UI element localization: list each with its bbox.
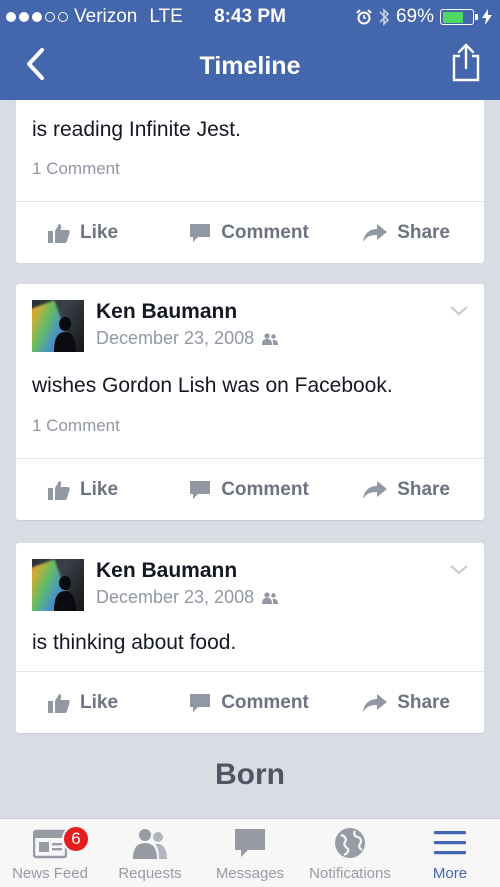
share-post-button[interactable]: Share	[316, 459, 484, 520]
tab-label: Notifications	[309, 865, 391, 882]
share-label: Share	[397, 478, 450, 500]
share-post-button[interactable]: Share	[316, 672, 484, 733]
section-heading: Born	[215, 758, 285, 791]
comment-button[interactable]: Comment	[182, 672, 316, 733]
chevron-down-icon[interactable]	[450, 565, 468, 575]
post-date[interactable]: December 23, 2008	[96, 587, 279, 608]
battery-fill	[442, 11, 463, 23]
avatar[interactable]	[32, 300, 84, 352]
like-button[interactable]: Like	[16, 672, 182, 733]
like-label: Like	[80, 691, 119, 713]
share-arrow-icon	[363, 223, 388, 242]
post-text: is reading Infinite Jest.	[32, 118, 241, 141]
comment-label: Comment	[221, 691, 309, 713]
comment-button[interactable]: Comment	[182, 202, 316, 263]
post-date-text: December 23, 2008	[96, 328, 255, 348]
comment-button[interactable]: Comment	[182, 459, 316, 520]
comment-bubble-icon	[190, 480, 211, 499]
bluetooth-icon	[379, 8, 390, 26]
friends-icon	[133, 829, 167, 859]
tab-messages[interactable]: Messages	[200, 819, 300, 887]
comment-label: Comment	[221, 478, 309, 500]
post-date[interactable]: December 23, 2008	[96, 328, 279, 349]
thumbs-up-icon	[48, 693, 70, 713]
post-card: Ken Baumann December 23, 2008 wishes Gor…	[16, 284, 484, 520]
avatar[interactable]	[32, 559, 84, 611]
globe-icon	[335, 828, 365, 858]
like-button[interactable]: Like	[16, 459, 182, 520]
tab-news-feed[interactable]: 6 News Feed	[0, 819, 100, 887]
comment-bubble-icon	[190, 223, 211, 242]
comment-bubble-icon	[190, 693, 211, 712]
post-actions: Like Comment Share	[16, 671, 484, 733]
tab-notifications[interactable]: Notifications	[300, 819, 400, 887]
chat-bubble-icon	[235, 829, 265, 857]
tab-label: Requests	[118, 865, 182, 882]
battery-icon	[440, 9, 478, 25]
tab-requests[interactable]: Requests	[100, 819, 200, 887]
post-text: is thinking about food.	[32, 631, 237, 654]
author-name[interactable]: Ken Baumann	[96, 559, 237, 583]
tab-label: Messages	[215, 865, 285, 882]
thumbs-up-icon	[48, 223, 70, 243]
share-label: Share	[397, 221, 450, 243]
tab-label: More	[432, 865, 468, 882]
post-card: is reading Infinite Jest. 1 Comment Like…	[16, 100, 484, 263]
top-bar: Verizon LTE 8:43 PM 69% Timeline	[0, 0, 500, 100]
post-actions: Like Comment Share	[16, 458, 484, 520]
chevron-down-icon[interactable]	[450, 306, 468, 316]
share-arrow-icon	[363, 693, 388, 712]
comment-count-link[interactable]: 1 Comment	[32, 159, 120, 179]
share-arrow-icon	[363, 480, 388, 499]
navigation-bar: Timeline	[0, 32, 500, 100]
hamburger-menu-icon	[434, 831, 466, 855]
friends-audience-icon	[262, 591, 279, 604]
tab-bar: 6 News Feed Requests Messages Notificati…	[0, 818, 500, 887]
charging-bolt-icon	[482, 9, 492, 25]
share-icon	[452, 43, 480, 82]
battery-percent: 69%	[395, 6, 434, 27]
avatar-person-silhouette	[54, 317, 76, 352]
comment-count-link[interactable]: 1 Comment	[32, 416, 120, 436]
tab-more[interactable]: More	[400, 819, 500, 887]
share-button[interactable]	[450, 42, 482, 82]
friends-audience-icon	[262, 332, 279, 345]
author-name[interactable]: Ken Baumann	[96, 300, 237, 324]
share-post-button[interactable]: Share	[316, 202, 484, 263]
post-actions: Like Comment Share	[16, 201, 484, 263]
like-label: Like	[80, 221, 119, 243]
like-label: Like	[80, 478, 119, 500]
post-text: wishes Gordon Lish was on Facebook.	[32, 374, 393, 397]
share-label: Share	[397, 691, 450, 713]
comment-label: Comment	[221, 221, 309, 243]
alarm-icon	[356, 9, 372, 25]
page-title: Timeline	[199, 52, 301, 80]
thumbs-up-icon	[48, 480, 70, 500]
post-card: Ken Baumann December 23, 2008 is thinkin…	[16, 543, 484, 733]
like-button[interactable]: Like	[16, 202, 182, 263]
tab-label: News Feed	[12, 865, 88, 882]
status-bar: Verizon LTE 8:43 PM 69%	[0, 0, 500, 32]
status-right: 69%	[356, 6, 492, 28]
notification-badge: 6	[62, 825, 90, 853]
avatar-person-silhouette	[54, 576, 76, 611]
post-date-text: December 23, 2008	[96, 587, 255, 607]
